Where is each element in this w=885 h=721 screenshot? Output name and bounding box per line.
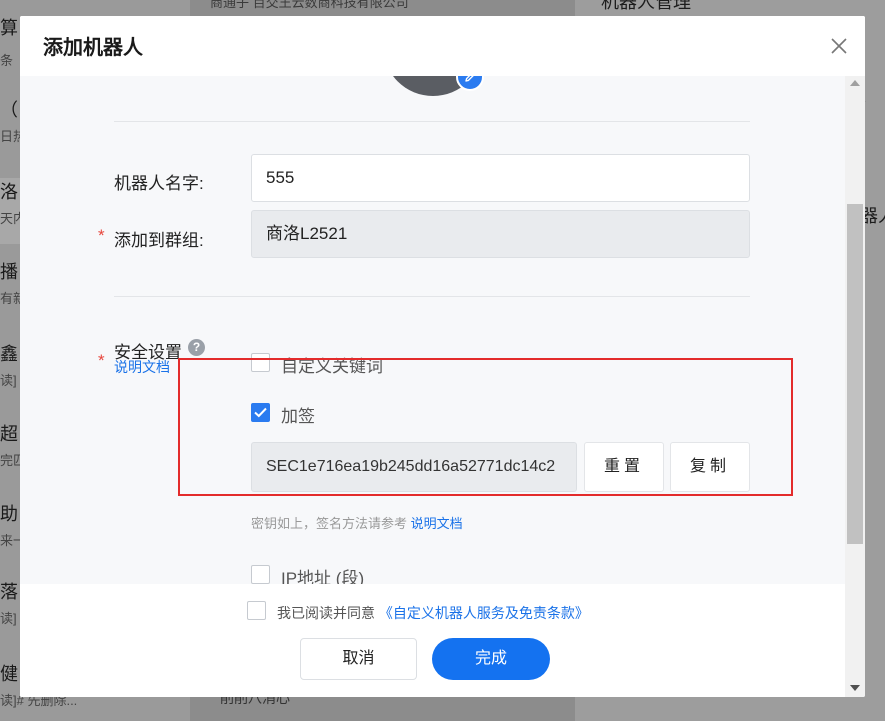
group-select[interactable]: 商洛L2521 [251,210,750,258]
divider [114,296,750,297]
highlight-annotation [178,358,793,496]
robot-name-label: 机器人名字: [114,174,204,193]
add-to-group-label: 添加到群组: [114,231,204,250]
required-mark: * [98,226,105,245]
terms-link[interactable]: 《自定义机器人服务及免责条款》 [379,605,589,621]
secret-hint: 密钥如上，签名方法请参考 说明文档 [251,516,463,531]
dialog-header: 添加机器人 [20,16,865,76]
ip-address-label: IP地址 (段) [281,569,365,584]
hint-doc-link[interactable]: 说明文档 [411,516,463,531]
required-mark: * [98,351,105,370]
robot-name-input[interactable]: 555 [251,154,750,202]
divider [114,121,750,122]
dialog-footer: 我已阅读并同意 《自定义机器人服务及免责条款》 取消 完成 [20,584,845,697]
ip-address-checkbox[interactable] [251,565,270,584]
add-robot-dialog: 添加机器人 机器人名字: 555 * 添加到群组: 商洛L2521 * 安全设置… [20,16,865,697]
doc-link[interactable]: 说明文档 [114,357,170,377]
agree-terms-checkbox[interactable] [247,601,266,620]
help-icon[interactable]: ? [188,339,205,356]
dialog-scrollbar[interactable] [845,76,865,697]
agree-terms-text: 我已阅读并同意 《自定义机器人服务及免责条款》 [277,605,589,621]
dialog-body: 机器人名字: 555 * 添加到群组: 商洛L2521 * 安全设置 ? 说明文… [20,76,845,584]
edit-avatar-icon[interactable] [456,76,484,91]
scroll-thumb[interactable] [847,204,863,544]
scroll-up-icon[interactable] [850,80,860,86]
dialog-title: 添加机器人 [43,37,143,59]
done-button[interactable]: 完成 [432,638,550,680]
cancel-button[interactable]: 取消 [300,638,417,680]
scroll-down-icon[interactable] [850,685,860,691]
close-icon[interactable] [827,34,851,58]
